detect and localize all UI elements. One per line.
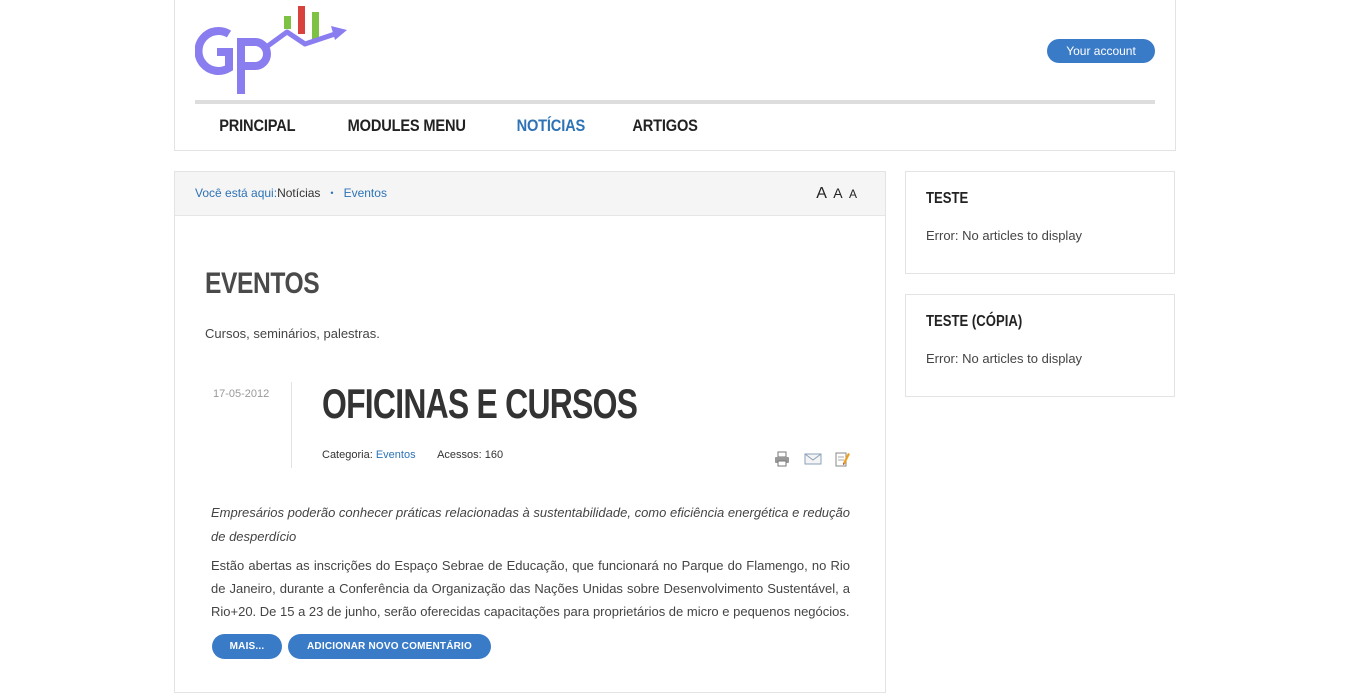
print-icon[interactable] bbox=[774, 451, 790, 467]
nav-item-noticias[interactable]: NOTÍCIAS bbox=[501, 112, 600, 142]
logo-bar-1 bbox=[284, 16, 291, 29]
article-intro: Empresários poderão conhecer práticas re… bbox=[211, 505, 850, 544]
breadcrumb-current: Notícias bbox=[277, 186, 321, 200]
site-logo[interactable] bbox=[195, 6, 347, 98]
breadcrumb-separator: • bbox=[330, 188, 334, 198]
article-body: Estão abertas as inscrições do Espaço Se… bbox=[211, 558, 850, 619]
font-size-medium-button[interactable]: A bbox=[833, 185, 842, 201]
read-more-button[interactable]: MAIS... bbox=[212, 634, 282, 659]
category-title: EVENTOS bbox=[205, 267, 320, 300]
breadcrumb: Você está aqui:Notícias • Eventos bbox=[195, 172, 387, 215]
breadcrumb-link-eventos[interactable]: Eventos bbox=[344, 186, 387, 200]
article-date-divider bbox=[291, 382, 292, 468]
nav-item-principal[interactable]: PRINCIPAL bbox=[204, 112, 311, 142]
nav-item-artigos[interactable]: ARTIGOS bbox=[616, 112, 712, 142]
add-comment-button[interactable]: ADICIONAR NOVO COMENTÁRIO bbox=[288, 634, 491, 659]
article-actions bbox=[774, 451, 850, 467]
font-size-controls: A A A bbox=[813, 172, 857, 216]
logo-arrow bbox=[263, 29, 336, 51]
article-category-link[interactable]: Eventos bbox=[376, 449, 416, 461]
breadcrumb-bar: Você está aqui:Notícias • Eventos A A A bbox=[175, 172, 885, 216]
logo-letter-p bbox=[237, 38, 271, 94]
article-title[interactable]: OFICINAS E CURSOS bbox=[322, 380, 638, 428]
edit-icon[interactable] bbox=[834, 451, 850, 467]
logo-arrowhead bbox=[331, 26, 347, 40]
breadcrumb-label: Você está aqui: bbox=[195, 186, 278, 200]
logo-bar-2 bbox=[298, 6, 305, 34]
article-hits: Acessos: 160 bbox=[437, 449, 504, 461]
article-meta: Categoria: Eventos Acessos: 160 bbox=[322, 449, 503, 461]
sidebar-module-teste-copia: TESTE (CÓPIA) Error: No articles to disp… bbox=[905, 294, 1175, 397]
email-icon[interactable] bbox=[804, 451, 822, 467]
your-account-button[interactable]: Your account bbox=[1047, 39, 1155, 63]
module-message: Error: No articles to display bbox=[926, 228, 1083, 243]
site-header: Your account PRINCIPAL MODULES MENU NOTÍ… bbox=[174, 0, 1176, 151]
nav-item-modules-menu[interactable]: MODULES MENU bbox=[332, 112, 481, 142]
main-nav: PRINCIPAL MODULES MENU NOTÍCIAS ARTIGOS bbox=[195, 112, 721, 142]
module-title: TESTE (CÓPIA) bbox=[926, 313, 1023, 330]
main-content: Você está aqui:Notícias • Eventos A A A EV… bbox=[174, 171, 886, 693]
logo-letter-g bbox=[195, 27, 233, 75]
module-title: TESTE bbox=[926, 190, 969, 207]
category-description: Cursos, seminários, palestras. bbox=[205, 326, 380, 341]
font-size-small-button[interactable]: A bbox=[849, 187, 857, 201]
module-message: Error: No articles to display bbox=[926, 351, 1083, 366]
article-category-label: Categoria: bbox=[322, 449, 373, 461]
header-divider bbox=[195, 100, 1155, 104]
font-size-large-button[interactable]: A bbox=[816, 185, 827, 202]
article-date: 17-05-2012 bbox=[213, 388, 270, 400]
sidebar-module-teste: TESTE Error: No articles to display bbox=[905, 171, 1175, 274]
